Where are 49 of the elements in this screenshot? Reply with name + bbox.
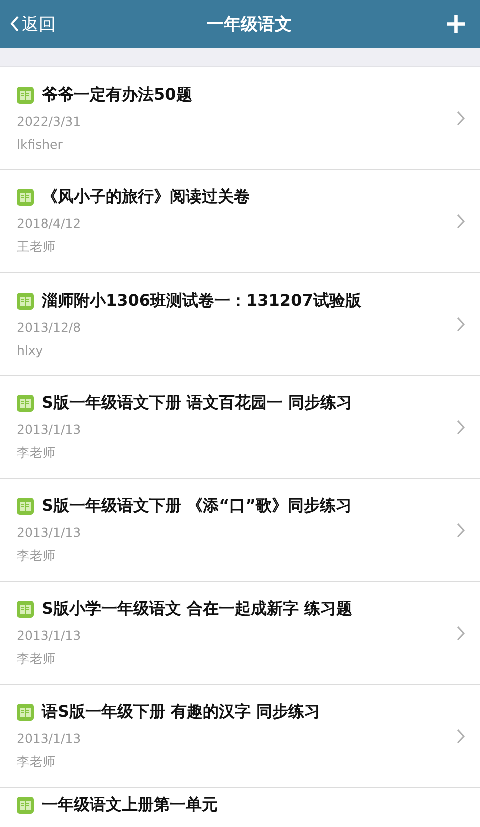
item-date: 2013/1/13 — [17, 730, 82, 746]
item-date: 2013/12/8 — [17, 320, 82, 334]
item-author: lkfisher — [17, 136, 64, 152]
item-title: 淄师附小1306班测试卷一：131207试验版 — [42, 290, 362, 312]
chevron-right-icon — [457, 626, 466, 640]
item-title: S版一年级语文下册 《添“口”歌》同步练习 — [42, 496, 352, 516]
list-item[interactable]: 淄师附小1306班测试卷一：131207试验版 2013/12/8 hlxy — [0, 273, 480, 376]
item-title: 《风小子的旅行》阅读过关卷 — [42, 186, 250, 208]
item-title: 爷爷一定有办法50题 — [42, 84, 192, 106]
list-item[interactable]: S版一年级语文下册 《添“口”歌》同步练习 2013/1/13 李老师 — [0, 479, 480, 582]
chevron-right-icon — [457, 110, 466, 126]
item-author: 王老师 — [17, 238, 57, 256]
book-icon — [17, 188, 34, 206]
chevron-right-icon — [457, 420, 466, 434]
item-date: 2013/1/13 — [17, 628, 82, 642]
chevron-right-icon — [457, 316, 466, 332]
item-date: 2018/4/12 — [17, 216, 82, 230]
book-icon — [17, 292, 34, 310]
list-item[interactable]: 爷爷一定有办法50题 2022/3/31 lkfisher — [0, 67, 480, 170]
list-item[interactable]: S版小学一年级语文 合在一起成新字 练习题 2013/1/13 李老师 — [0, 582, 480, 685]
book-icon — [17, 394, 34, 412]
page-title: 一年级语文 — [206, 14, 292, 36]
book-icon — [17, 600, 34, 618]
item-author: hlxy — [17, 342, 44, 358]
chevron-right-icon — [457, 522, 466, 538]
list-item[interactable]: 语S版一年级下册 有趣的汉字 同步练习 2013/1/13 李老师 — [0, 685, 480, 788]
list-item[interactable]: 《风小子的旅行》阅读过关卷 2018/4/12 王老师 — [0, 170, 480, 273]
item-author: 李老师 — [17, 444, 57, 462]
item-title: 语S版一年级下册 有趣的汉字 同步练习 — [42, 702, 321, 722]
item-author: 李老师 — [17, 650, 57, 668]
book-icon — [17, 86, 34, 104]
item-author: 李老师 — [17, 548, 57, 564]
chevron-right-icon — [457, 214, 466, 228]
item-title: S版小学一年级语文 合在一起成新字 练习题 — [42, 598, 353, 620]
chevron-left-icon — [10, 15, 20, 33]
list-item[interactable]: S版一年级语文下册 语文百花园一 同步练习 2013/1/13 李老师 — [0, 376, 480, 479]
book-icon — [17, 704, 34, 720]
item-date: 2013/1/13 — [17, 524, 82, 540]
add-button[interactable]: + — [442, 10, 470, 38]
back-button[interactable]: 返回 — [10, 12, 56, 36]
item-author: 李老师 — [17, 754, 57, 770]
item-date: 2022/3/31 — [17, 114, 82, 128]
book-icon — [17, 797, 34, 814]
list-item[interactable]: 一年级语文上册第一单元 — [0, 788, 480, 819]
item-title: S版一年级语文下册 语文百花园一 同步练习 — [42, 392, 353, 414]
item-title: 一年级语文上册第一单元 — [42, 795, 218, 816]
item-date: 2013/1/13 — [17, 422, 82, 436]
chevron-right-icon — [457, 728, 466, 744]
book-icon — [17, 498, 34, 514]
